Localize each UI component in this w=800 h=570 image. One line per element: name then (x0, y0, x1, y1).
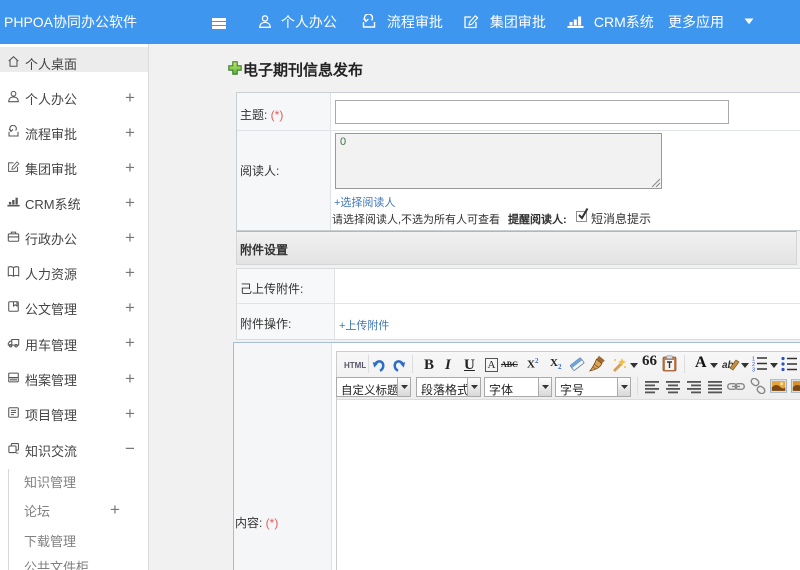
svg-text:3: 3 (752, 368, 755, 373)
